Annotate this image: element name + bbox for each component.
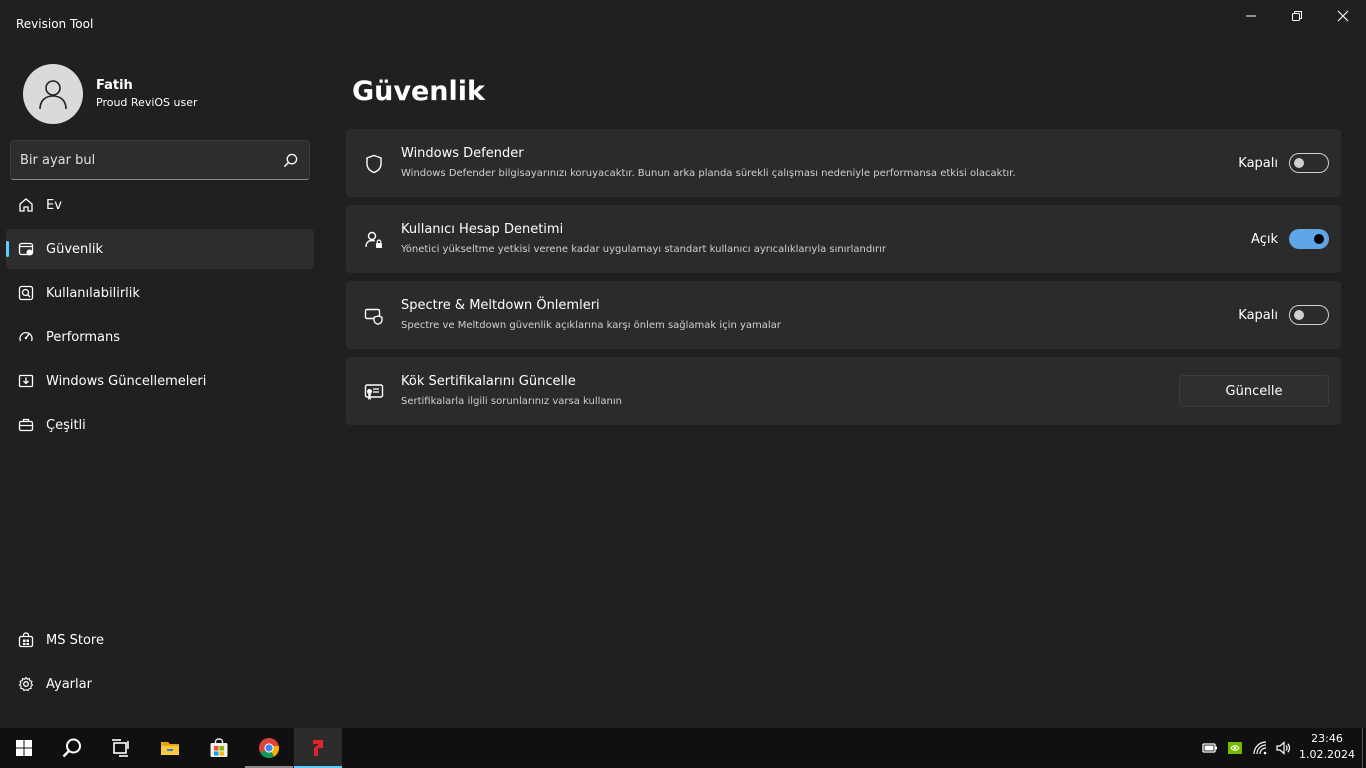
system-clock[interactable]: 23:46 1.02.2024 (1296, 731, 1358, 763)
restore-button[interactable] (1274, 0, 1320, 32)
card-description: Yönetici yükseltme yetkisi verene kadar … (401, 244, 886, 255)
toggle-state-label: Kapalı (1238, 307, 1278, 323)
card-description: Windows Defender bilgisayarınızı koruyac… (401, 168, 1016, 179)
card-title: Kullanıcı Hesap Denetimi (401, 222, 564, 237)
close-button[interactable] (1320, 0, 1366, 32)
sidebar-item-label: Performans (46, 329, 121, 345)
minimize-icon (1246, 15, 1256, 17)
card-description: Sertifikalarla ilgili sorunlarınız varsa… (401, 396, 622, 407)
app-title: Revision Tool (16, 17, 94, 31)
device-shield-icon (364, 308, 383, 325)
file-explorer-icon (161, 742, 179, 755)
sidebar-item-windows-updates[interactable]: Windows Güncellemeleri (6, 361, 314, 401)
search-icon (62, 738, 81, 758)
chrome-icon (259, 738, 279, 758)
home-icon (19, 198, 33, 212)
user-lock-icon (365, 231, 382, 248)
clock-date: 1.02.2024 (1299, 748, 1355, 761)
sidebar-item-miscellaneous[interactable]: Çeşitli (6, 405, 314, 445)
toggle-container: Açık (1251, 229, 1329, 249)
task-view-button[interactable] (96, 728, 144, 768)
sidebar-item-label: Güvenlik (46, 241, 103, 257)
setting-card-windows-defender: Windows Defender Windows Defender bilgis… (346, 129, 1341, 197)
task-view-icon (112, 739, 129, 757)
setting-card-root-certificates: Kök Sertifikalarını Güncelle Sertifikala… (346, 357, 1341, 425)
restore-icon (1292, 11, 1302, 21)
certificate-icon (364, 384, 384, 400)
user-icon (39, 80, 67, 110)
start-button[interactable] (0, 728, 48, 768)
sidebar-item-usability[interactable]: Kullanılabilirlik (6, 273, 314, 313)
card-title: Spectre & Meltdown Önlemleri (401, 298, 600, 313)
avatar (23, 64, 83, 124)
sidebar-item-label: Ayarlar (46, 676, 92, 692)
card-description: Spectre ve Meltdown güvenlik açıklarına … (401, 320, 781, 331)
minimize-button[interactable] (1228, 0, 1274, 32)
gear-icon (18, 676, 34, 692)
show-desktop-button[interactable] (1362, 728, 1366, 768)
sidebar-item-performance[interactable]: Performans (6, 317, 314, 357)
close-icon (1337, 10, 1349, 22)
card-title: Windows Defender (401, 146, 524, 161)
user-profile: Fatih Proud ReviOS user (23, 64, 198, 124)
windows-start-icon (16, 740, 32, 756)
windows-defender-toggle[interactable] (1289, 153, 1329, 173)
sidebar-item-label: Windows Güncellemeleri (46, 373, 207, 389)
card-title: Kök Sertifikalarını Güncelle (401, 374, 576, 389)
battery-icon[interactable] (1202, 740, 1218, 756)
sidebar-item-home[interactable]: Ev (6, 185, 314, 225)
ms-store-icon (210, 738, 228, 757)
usability-icon (18, 285, 34, 301)
setting-card-spectre-meltdown: Spectre & Meltdown Önlemleri Spectre ve … (346, 281, 1341, 349)
profile-name: Fatih (96, 78, 133, 93)
page-title: Güvenlik (352, 76, 485, 107)
toggle-state-label: Açık (1251, 231, 1278, 247)
settings-search-box[interactable] (10, 140, 310, 180)
toggle-container: Kapalı (1238, 153, 1329, 173)
gauge-icon (19, 331, 33, 342)
sidebar-bottom-nav: MS Store Ayarlar (6, 620, 314, 708)
ms-store-taskbar-button[interactable] (195, 728, 243, 768)
setting-card-user-account-control: Kullanıcı Hesap Denetimi Yönetici yüksel… (346, 205, 1341, 273)
clock-time: 23:46 (1311, 732, 1343, 745)
volume-icon[interactable] (1275, 740, 1291, 756)
user-account-control-toggle[interactable] (1289, 229, 1329, 249)
update-icon (18, 374, 34, 388)
title-bar: Revision Tool (0, 0, 1366, 48)
search-input[interactable] (20, 141, 270, 179)
update-certificates-button[interactable]: Güncelle (1179, 375, 1329, 407)
shield-icon (366, 154, 382, 174)
nvidia-icon[interactable] (1227, 740, 1243, 756)
security-icon (18, 242, 34, 256)
toggle-state-label: Kapalı (1238, 155, 1278, 171)
chrome-button[interactable] (245, 728, 293, 768)
sidebar-item-label: MS Store (46, 632, 104, 648)
taskbar: 23:46 1.02.2024 (0, 728, 1366, 768)
wifi-icon[interactable] (1252, 740, 1268, 756)
sidebar-item-security[interactable]: Güvenlik (6, 229, 314, 269)
sidebar-item-settings[interactable]: Ayarlar (6, 664, 314, 704)
toolbox-icon (18, 418, 34, 432)
spectre-meltdown-toggle[interactable] (1289, 305, 1329, 325)
taskbar-search-button[interactable] (48, 728, 96, 768)
store-icon (18, 632, 34, 648)
sidebar-item-label: Ev (46, 197, 62, 213)
search-icon[interactable] (283, 153, 298, 168)
revision-tool-taskbar-button[interactable] (294, 728, 342, 768)
sidebar-item-ms-store[interactable]: MS Store (6, 620, 314, 660)
toggle-container: Kapalı (1238, 305, 1329, 325)
file-explorer-button[interactable] (146, 728, 194, 768)
revision-tool-icon (313, 740, 323, 756)
sidebar-item-label: Çeşitli (46, 417, 86, 433)
sidebar-item-label: Kullanılabilirlik (46, 285, 140, 301)
sidebar-nav: Ev Güvenlik Kullanılabilirlik Performans… (6, 185, 314, 449)
profile-subtitle: Proud ReviOS user (96, 96, 198, 109)
